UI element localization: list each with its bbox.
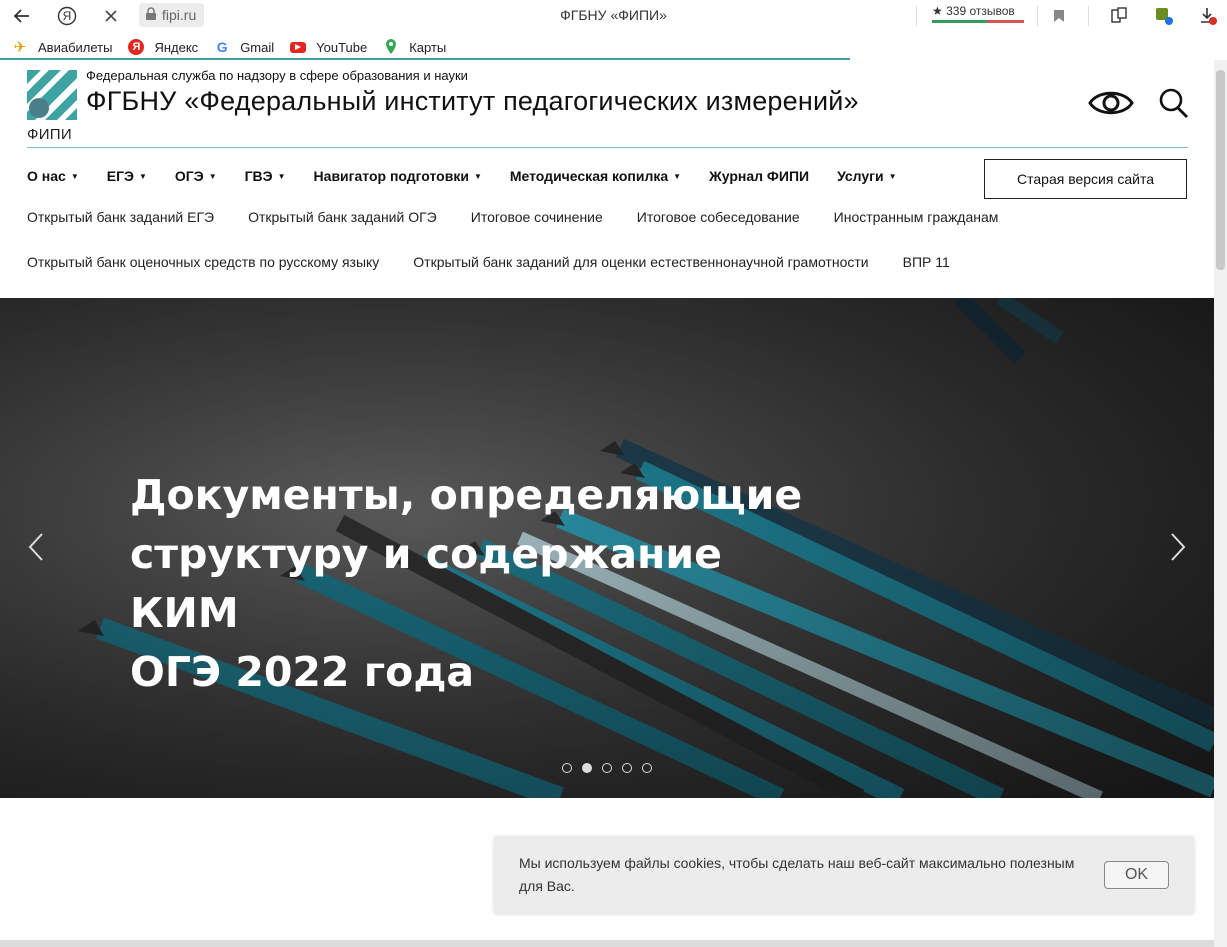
main-nav: О нас ▼ ЕГЭ ▼ ОГЭ ▼ ГВЭ ▼ Навигатор подготов… — [27, 168, 925, 184]
reviews-badge[interactable]: ★ 339 отзывов — [932, 4, 1015, 18]
slide-dot[interactable] — [562, 763, 572, 773]
bookmark-label: Карты — [409, 39, 447, 55]
browser-toolbar: Я fipi.ru ФГБНУ «ФИПИ» ★ 339 отзывов — [0, 0, 1227, 32]
hero-line: структуру и содержание КИМ — [130, 530, 722, 637]
caret-down-icon: ▼ — [888, 171, 897, 181]
slider-pagination — [562, 763, 652, 773]
yandex-letter: Я — [62, 9, 72, 23]
bookmark-label: Авиабилеты — [38, 39, 113, 55]
link-science-literacy-bank[interactable]: Открытый банк заданий для оценки естеств… — [413, 254, 868, 270]
slide-dot[interactable] — [582, 763, 592, 773]
hero-heading[interactable]: Документы, определяющие структуру и соде… — [130, 466, 830, 702]
link-open-bank-oge[interactable]: Открытый банк заданий ОГЭ — [248, 209, 437, 225]
link-final-interview[interactable]: Итоговое собеседование — [637, 209, 800, 225]
collections-icon[interactable] — [1107, 4, 1131, 28]
url-text: fipi.ru — [162, 7, 197, 23]
bottom-strip — [0, 940, 1214, 947]
caret-down-icon: ▼ — [673, 171, 682, 181]
nav-item-gve[interactable]: ГВЭ ▼ — [245, 168, 286, 184]
close-icon[interactable] — [99, 4, 123, 28]
old-version-button[interactable]: Старая версия сайта — [984, 159, 1187, 199]
link-foreign-citizens[interactable]: Иностранным гражданам — [834, 209, 999, 225]
nav-item-ege[interactable]: ЕГЭ ▼ — [107, 168, 147, 184]
cookie-ok-button[interactable]: OK — [1104, 861, 1169, 889]
nav-item-services[interactable]: Услуги ▼ — [837, 168, 896, 184]
bookmark-yandex[interactable]: Я Яндекс — [128, 39, 198, 55]
reviews-rating-bar — [932, 20, 1024, 23]
nav-item-journal[interactable]: Журнал ФИПИ — [709, 168, 809, 184]
extension-icon[interactable] — [1152, 4, 1176, 28]
toolbar-divider — [916, 6, 917, 26]
bookmark-label: Gmail — [240, 39, 275, 55]
nav-label: ОГЭ — [174, 168, 204, 184]
header-subtitle: Федеральная служба по надзору в сфере об… — [86, 68, 468, 83]
address-bar[interactable]: fipi.ru — [139, 3, 205, 27]
link-final-essay[interactable]: Итоговое сочинение — [471, 209, 603, 225]
nav-label: Услуги — [837, 168, 884, 184]
hero-line: ОГЭ 2022 года — [130, 648, 475, 696]
bookmark-gmail[interactable]: G Gmail — [214, 39, 274, 55]
bookmark-aviabilety[interactable]: ✈ Авиабилеты — [12, 39, 113, 56]
eye-icon[interactable] — [1088, 86, 1134, 125]
link-russian-bank[interactable]: Открытый банк оценочных средств по русск… — [27, 254, 379, 270]
sub-nav-row-1: Открытый банк заданий ЕГЭ Открытый банк … — [27, 209, 1032, 225]
nav-item-about[interactable]: О нас ▼ — [27, 168, 79, 184]
page-scrollbar[interactable] — [1214, 60, 1227, 947]
download-icon[interactable] — [1196, 4, 1220, 28]
link-vpr-11[interactable]: ВПР 11 — [903, 254, 950, 270]
caret-down-icon: ▼ — [138, 171, 147, 181]
yandex-browser-icon[interactable]: Я — [55, 4, 79, 28]
slide-dot[interactable] — [602, 763, 612, 773]
hero-line: Документы, определяющие — [130, 471, 803, 519]
google-icon: G — [216, 39, 228, 55]
bookmark-maps[interactable]: Карты — [383, 39, 446, 55]
bookmarks-bar: ✈ Авиабилеты Я Яндекс G Gmail YouTube Ка… — [0, 34, 1227, 60]
slide-dot[interactable] — [622, 763, 632, 773]
sub-nav-row-2: Открытый банк оценочных средств по русск… — [27, 254, 984, 270]
reviews-count: 339 отзывов — [946, 4, 1015, 18]
search-icon[interactable] — [1158, 86, 1190, 125]
nav-label: О нас — [27, 168, 66, 184]
youtube-icon — [290, 41, 307, 53]
bookmark-label: YouTube — [316, 39, 368, 55]
prev-slide-arrow-icon[interactable] — [28, 532, 44, 567]
cookie-text: Мы используем файлы cookies, чтобы сдела… — [519, 855, 1075, 894]
nav-label: Навигатор подготовки — [313, 168, 469, 184]
airplane-icon: ✈ — [13, 39, 27, 56]
nav-item-methodical[interactable]: Методическая копилка ▼ — [510, 168, 681, 184]
cookie-banner: Мы используем файлы cookies, чтобы сдела… — [494, 836, 1194, 913]
nav-label: Методическая копилка — [509, 168, 669, 184]
bookmark-youtube[interactable]: YouTube — [290, 40, 367, 55]
logo-text: ФИПИ — [27, 126, 72, 143]
page-load-progress — [0, 58, 850, 60]
nav-label: ГВЭ — [244, 168, 273, 184]
nav-label: Журнал ФИПИ — [709, 168, 810, 184]
fipi-logo[interactable] — [27, 70, 77, 120]
caret-down-icon: ▼ — [208, 171, 217, 181]
toolbar-divider — [1088, 6, 1089, 26]
toolbar-divider — [1037, 6, 1038, 26]
caret-down-icon: ▼ — [277, 171, 286, 181]
bookmark-label: Яндекс — [154, 39, 199, 55]
slide-dot[interactable] — [642, 763, 652, 773]
lock-icon — [145, 6, 157, 24]
nav-item-navigator[interactable]: Навигатор подготовки ▼ — [314, 168, 482, 184]
caret-down-icon: ▼ — [473, 171, 482, 181]
yandex-icon: Я — [128, 39, 145, 55]
page-title[interactable]: ФГБНУ «Федеральный институт педагогическ… — [86, 86, 859, 117]
bookmark-icon[interactable] — [1047, 4, 1071, 28]
scrollbar-thumb[interactable] — [1216, 70, 1225, 270]
link-open-bank-ege[interactable]: Открытый банк заданий ЕГЭ — [27, 209, 214, 225]
back-arrow-icon[interactable] — [10, 4, 34, 28]
nav-item-oge[interactable]: ОГЭ ▼ — [175, 168, 217, 184]
header-divider — [27, 147, 1188, 148]
caret-down-icon: ▼ — [70, 171, 79, 181]
maps-icon — [383, 39, 399, 55]
nav-label: ЕГЭ — [106, 168, 134, 184]
next-slide-arrow-icon[interactable] — [1170, 532, 1186, 567]
